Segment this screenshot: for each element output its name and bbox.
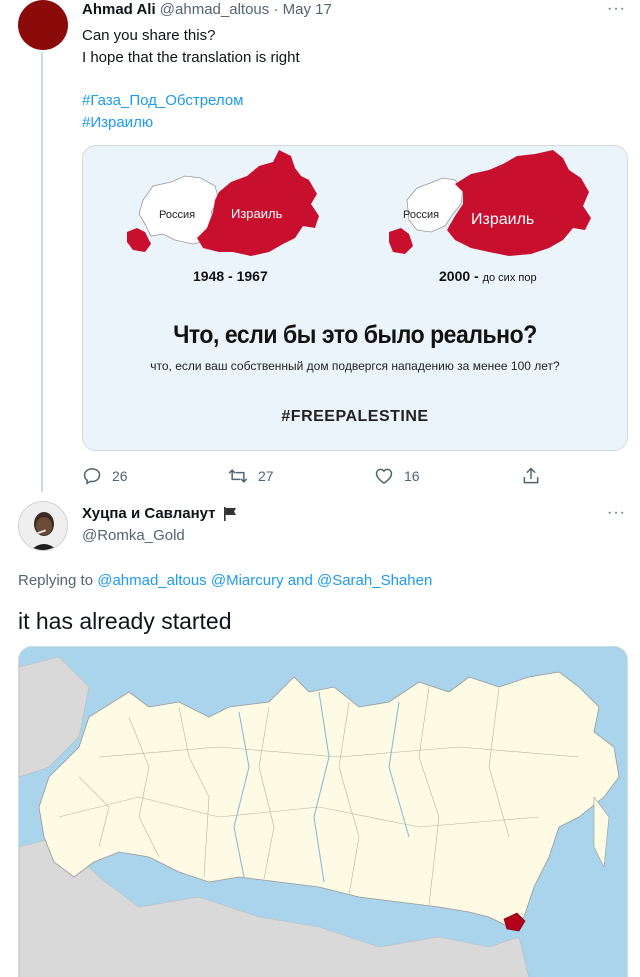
reply-handle-link[interactable]: @ahmad_altous (97, 572, 206, 589)
replying-prefix: Replying to (18, 572, 94, 589)
map2-israel-label: Израиль (471, 211, 534, 228)
flag-icon (223, 507, 236, 521)
year-range-right-main: 2000 - (439, 268, 479, 284)
more-icon[interactable]: ··· (607, 0, 626, 18)
map2-russia-label: Россия (403, 209, 439, 221)
russia-map (19, 647, 627, 977)
card-headline: Что, если бы это было реально? (173, 321, 537, 349)
map-1948-1967: Россия Израиль (127, 150, 319, 256)
reply-handle-link[interactable]: @Sarah_Shahen (317, 572, 432, 589)
card-hashtag: #FREEPALESTINE (281, 408, 429, 425)
map1-israel-label: Израиль (231, 206, 283, 221)
author-handle[interactable]: @ahmad_altous (160, 1, 269, 18)
card-subtitle: что, если ваш собственный дом подвергся … (150, 359, 560, 373)
tweet1-text-line1: Can you share this? (82, 27, 216, 44)
avatar-romka-gold[interactable] (18, 501, 68, 551)
map1-russia-label: Россия (159, 209, 195, 221)
reply-handle-link[interactable]: @Miarcury (211, 572, 284, 589)
tweet2-author-row: Хуцпа и Савланут (82, 504, 238, 524)
tweet1-text-line2: I hope that the translation is right (82, 49, 300, 66)
tweet1-image-card[interactable]: Россия Израиль 1948 - 1967 Россия Израил… (82, 145, 628, 451)
like-icon (375, 468, 393, 484)
more-icon[interactable]: ··· (607, 504, 626, 522)
reply-count: 26 (112, 468, 128, 484)
map-2000-present: Россия Израиль (389, 150, 591, 256)
thread-connector (41, 52, 43, 492)
reply-icon (83, 468, 101, 485)
tweet1-text: Can you share this? I hope that the tran… (82, 25, 300, 69)
year-range-right-small: до сих пор (482, 272, 537, 284)
like-button[interactable]: 16 (374, 466, 420, 486)
author-handle[interactable]: @Romka_Gold (82, 526, 185, 546)
year-range-right: 2000 - до сих пор (439, 268, 537, 284)
tweet2-text: it has already started (18, 608, 232, 634)
retweet-count: 27 (258, 468, 274, 484)
like-count: 16 (404, 468, 420, 484)
tweet-date[interactable]: May 17 (283, 1, 332, 18)
reply-and-link[interactable]: and (288, 572, 313, 589)
avatar-portrait (19, 502, 67, 550)
retweet-icon (228, 469, 248, 483)
retweet-button[interactable]: 27 (228, 466, 274, 486)
share-icon (523, 467, 539, 484)
tweet2-map-image[interactable] (18, 646, 628, 977)
replying-to-line: Replying to @ahmad_altous @Miarcury and … (18, 571, 432, 591)
hashtag-link-gaza[interactable]: #Газа_Под_Обстрелом (82, 90, 243, 112)
author-name[interactable]: Хуцпа и Савланут (82, 504, 216, 524)
header-separator: · (273, 1, 279, 18)
reply-button[interactable]: 26 (82, 466, 128, 486)
share-button[interactable] (521, 466, 541, 486)
tweet1-action-bar: 26 27 16 (82, 466, 552, 488)
tweet1-hashtags: #Газа_Под_Обстрелом #Израилю (82, 90, 243, 134)
tweet1-header: Ahmad Ali @ahmad_altous · May 17 (82, 0, 332, 20)
avatar-ahmad-ali[interactable] (18, 0, 68, 50)
author-name[interactable]: Ahmad Ali (82, 1, 156, 18)
hashtag-link-israel[interactable]: #Израилю (82, 112, 243, 134)
year-range-left: 1948 - 1967 (193, 268, 268, 284)
